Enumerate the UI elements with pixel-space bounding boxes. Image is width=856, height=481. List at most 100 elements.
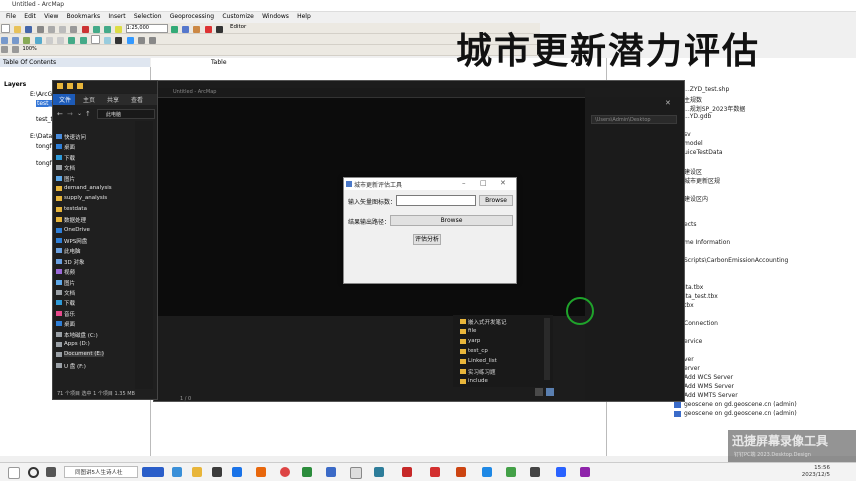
view-tiles-icon[interactable] — [546, 388, 554, 396]
catalog-item[interactable]: uiceTestData — [684, 149, 723, 156]
pan-icon[interactable] — [23, 37, 31, 44]
back-arrow-icon[interactable]: ← — [57, 110, 63, 118]
tab-file[interactable]: 文件 — [59, 95, 71, 104]
catalog-item[interactable]: 城市更新区规 — [684, 176, 720, 185]
menu-help[interactable]: Help — [297, 12, 311, 22]
python-icon[interactable] — [215, 26, 223, 33]
editor-menu[interactable]: Editor — [230, 24, 246, 30]
scale-box[interactable]: 1:25,000 — [125, 24, 168, 33]
save-icon[interactable] — [25, 26, 33, 33]
select-features-icon[interactable] — [90, 35, 100, 44]
catalog-item[interactable]: Add WMS Server — [684, 383, 734, 390]
catalog-item[interactable]: ...ZYD_test.shp — [684, 86, 729, 93]
address-input[interactable]: 此电脑 — [97, 109, 155, 119]
view-details-icon[interactable] — [535, 388, 543, 396]
identify-icon[interactable] — [126, 37, 134, 44]
search-icon[interactable] — [28, 467, 39, 478]
catalog-item[interactable]: ects — [684, 221, 696, 228]
catalog-item[interactable]: 建设区内 — [684, 194, 708, 203]
folder-icon[interactable] — [192, 467, 202, 477]
catalog-item[interactable]: geoscene on gd.geoscene.cn (admin) — [684, 410, 797, 417]
fixed-zoom-in-icon[interactable] — [45, 37, 53, 44]
task-view-icon[interactable] — [46, 467, 56, 477]
editor-toolbar-icon[interactable] — [170, 26, 178, 33]
nav-item[interactable]: Document (E:) — [64, 351, 104, 358]
nav-item[interactable]: 快速访问 — [64, 133, 86, 141]
menu-geoprocessing[interactable]: Geoprocessing — [170, 12, 214, 22]
nav-item[interactable]: 下载 — [64, 154, 75, 162]
chrome-icon[interactable] — [280, 467, 290, 477]
catalog-item[interactable]: geoscene on gd.geoscene.cn (admin) — [684, 401, 797, 408]
mail-icon[interactable] — [232, 467, 242, 477]
vscode-icon[interactable] — [556, 467, 566, 477]
tab-home[interactable]: 主页 — [83, 95, 95, 104]
windows-start-icon[interactable] — [8, 467, 20, 479]
nav-item[interactable]: 文档 — [64, 289, 75, 297]
catalog-item[interactable]: Connection — [684, 320, 718, 327]
nav-item[interactable]: demand_analysis — [64, 185, 112, 191]
menu-insert[interactable]: Insert — [108, 12, 125, 22]
nav-item[interactable]: supply_analysis — [64, 195, 107, 201]
search-button[interactable] — [142, 467, 164, 477]
undo-icon[interactable] — [92, 26, 100, 33]
terminal-icon[interactable] — [374, 467, 384, 477]
toc-layers[interactable]: Layers — [4, 81, 26, 88]
catalog-item[interactable]: 主规数 — [684, 95, 702, 104]
layout-zoom-icon[interactable] — [12, 46, 20, 53]
arcmap-taskbar-icon[interactable] — [302, 467, 312, 477]
zoom-level[interactable]: 100% — [22, 46, 36, 52]
nav-item[interactable]: 桌面 — [64, 143, 75, 151]
catalog-item[interactable]: me Information — [684, 239, 730, 246]
wps-sheet-icon[interactable] — [456, 467, 466, 477]
menu-edit[interactable]: Edit — [24, 12, 36, 22]
catalog-item[interactable]: ervice — [684, 338, 702, 345]
wechat-icon[interactable] — [506, 467, 516, 477]
toc-icon[interactable] — [182, 26, 190, 33]
close-icon[interactable]: ✕ — [665, 99, 671, 107]
measure-icon[interactable] — [149, 37, 157, 44]
nav-item[interactable]: 下载 — [64, 299, 75, 307]
file-list-item[interactable]: Linked_list — [468, 358, 497, 364]
minimize-icon[interactable]: – — [462, 179, 466, 187]
catalog-item[interactable]: ita.tbx — [684, 284, 703, 291]
forward-extent-icon[interactable] — [79, 37, 87, 44]
nav-item[interactable]: 3D 对象 — [64, 258, 84, 266]
nav-item[interactable]: WPS网盘 — [64, 237, 87, 245]
file-list-item[interactable]: 实习练习题 — [468, 368, 496, 376]
file-list-item[interactable]: file — [468, 328, 476, 334]
maximize-icon[interactable]: □ — [480, 179, 487, 187]
find-icon[interactable] — [137, 37, 145, 44]
arctoolbox-icon[interactable] — [204, 26, 212, 33]
nav-item[interactable]: 图片 — [64, 279, 75, 287]
file-list-item[interactable]: 嵌入式开发笔记 — [468, 318, 507, 326]
fixed-zoom-out-icon[interactable] — [57, 37, 65, 44]
catalog-item[interactable]: ita_test.tbx — [684, 293, 718, 300]
layout-icon[interactable] — [1, 46, 8, 53]
taskbar-search-box[interactable]: 同图讲5人生诗人社 — [64, 466, 138, 478]
copy-icon[interactable] — [59, 26, 67, 33]
nav-item[interactable]: OneDrive — [64, 227, 90, 233]
nav-item[interactable]: 数据处理 — [64, 216, 86, 224]
catalog-item[interactable]: ...YD.gdb — [684, 113, 711, 120]
zoom-out-icon[interactable] — [12, 37, 20, 44]
file-list-item[interactable]: test_cp — [468, 348, 488, 354]
print-icon[interactable] — [36, 26, 44, 33]
catalog-item[interactable]: erver — [684, 365, 700, 372]
open-icon[interactable] — [14, 26, 22, 33]
catalog-item[interactable]: ver — [684, 356, 694, 363]
recorder-icon[interactable] — [580, 467, 590, 477]
dingtalk-icon[interactable] — [482, 467, 492, 477]
select-elements-icon[interactable] — [115, 37, 123, 44]
input-path-field[interactable] — [396, 195, 476, 206]
cut-icon[interactable] — [47, 26, 55, 33]
tab-view[interactable]: 查看 — [131, 95, 143, 104]
nav-item[interactable]: testdata — [64, 206, 87, 212]
new-icon[interactable] — [1, 24, 10, 33]
nav-item[interactable]: 视频 — [64, 268, 75, 276]
wps-icon[interactable] — [402, 467, 412, 477]
back-extent-icon[interactable] — [68, 37, 76, 44]
tab-share[interactable]: 共享 — [107, 95, 119, 104]
menu-view[interactable]: View — [44, 12, 58, 22]
side-search-input[interactable]: \Users\Admin\Desktop — [591, 115, 677, 124]
menu-selection[interactable]: Selection — [134, 12, 162, 22]
